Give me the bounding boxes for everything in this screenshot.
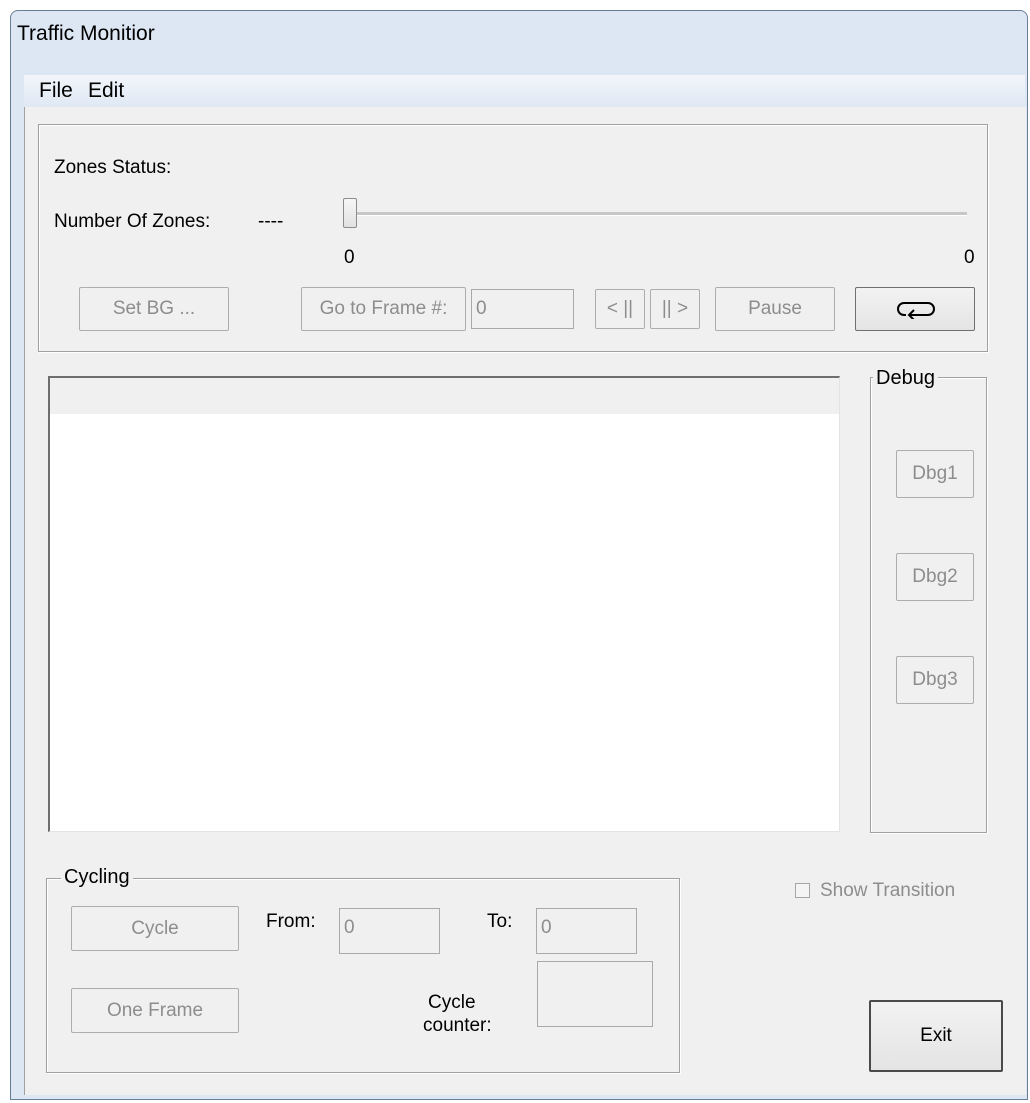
show-transition-label[interactable]: Show Transition xyxy=(820,880,955,902)
next-frame-button[interactable]: || > xyxy=(650,289,700,329)
number-of-zones-label: Number Of Zones: xyxy=(54,211,211,232)
dbg1-button[interactable]: Dbg1 xyxy=(896,450,974,498)
number-of-zones-value: ---- xyxy=(258,211,284,232)
prev-frame-button[interactable]: < || xyxy=(595,289,645,329)
display-area[interactable] xyxy=(48,376,840,832)
cycle-counter-display xyxy=(537,961,653,1027)
to-label: To: xyxy=(487,911,513,932)
frame-slider-track[interactable] xyxy=(350,212,967,216)
slider-min-label: 0 xyxy=(344,247,355,268)
menu-bar: File Edit xyxy=(24,75,1025,108)
slider-max-label: 0 xyxy=(964,247,975,268)
from-input[interactable]: 0 xyxy=(339,908,440,954)
one-frame-button[interactable]: One Frame xyxy=(71,988,239,1033)
debug-group xyxy=(870,377,987,833)
cycle-button[interactable]: Cycle xyxy=(71,906,239,951)
go-to-frame-button[interactable]: Go to Frame #: xyxy=(301,287,466,331)
loop-arrow-icon xyxy=(897,302,935,319)
frame-slider-thumb[interactable] xyxy=(343,198,357,228)
cycle-counter-label-line2: counter: xyxy=(423,1015,492,1036)
menu-file[interactable]: File xyxy=(39,79,73,103)
debug-group-title: Debug xyxy=(873,367,938,390)
frame-number-input[interactable]: 0 xyxy=(471,289,574,329)
dbg3-button[interactable]: Dbg3 xyxy=(896,656,974,704)
zones-status-label: Zones Status: xyxy=(54,157,172,178)
cycling-group-title: Cycling xyxy=(61,866,133,889)
exit-button[interactable]: Exit xyxy=(869,1000,1003,1072)
set-bg-button[interactable]: Set BG ... xyxy=(79,287,229,331)
dbg2-button[interactable]: Dbg2 xyxy=(896,553,974,601)
show-transition-checkbox[interactable] xyxy=(795,883,810,898)
pause-button[interactable]: Pause xyxy=(715,287,835,331)
display-header xyxy=(50,378,839,414)
cycle-counter-label-line1: Cycle xyxy=(428,992,476,1013)
to-input[interactable]: 0 xyxy=(536,908,637,954)
loop-button[interactable] xyxy=(855,287,975,331)
menu-edit[interactable]: Edit xyxy=(88,79,124,103)
from-label: From: xyxy=(266,911,316,932)
window-title: Traffic Monitior xyxy=(17,22,155,45)
